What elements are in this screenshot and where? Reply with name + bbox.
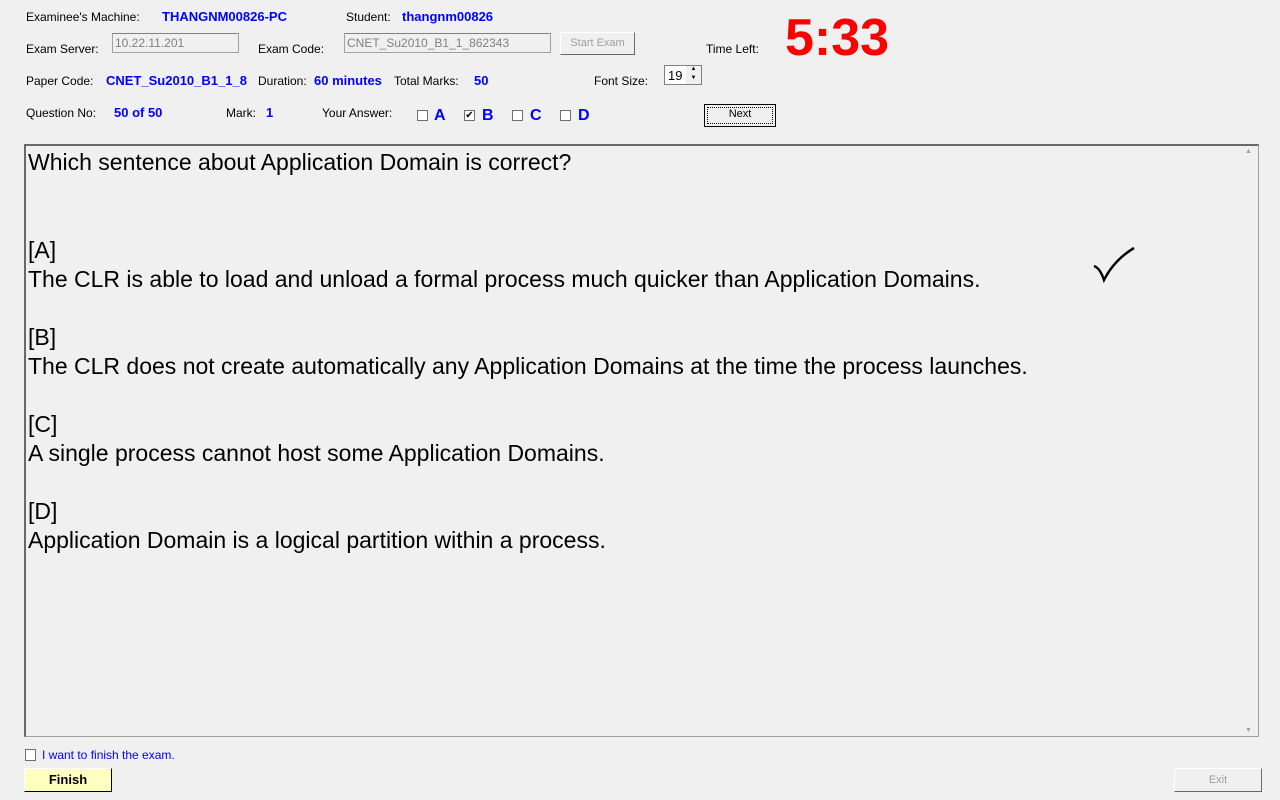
paper-code-value: CNET_Su2010_B1_1_8 [106,73,247,88]
timer: 5:33 [785,9,890,67]
checkmark-icon [1093,246,1135,284]
finish-button[interactable]: Finish [24,768,112,792]
question-panel: Which sentence about Application Domain … [24,144,1259,737]
exam-code-field[interactable]: CNET_Su2010_B1_1_862343 [344,33,551,53]
answer-checkbox-a[interactable] [417,110,428,121]
finish-exam-checkbox[interactable] [25,749,36,761]
answer-d-text: Application Domain is a logical partitio… [28,527,606,553]
answer-label-d: D [578,107,590,124]
question-text: Which sentence about Application Domain … [28,149,572,175]
answer-b-tag: [B] [28,324,57,350]
mark-label: Mark: [226,106,256,120]
scroll-up-icon[interactable]: ▲ [1245,148,1252,155]
font-size-spinner[interactable]: 19 ▲ ▼ [664,65,702,85]
question-no-label: Question No: [26,106,97,120]
exit-button[interactable]: Exit [1174,768,1262,792]
answer-checkbox-d[interactable] [560,110,571,121]
answer-d-tag: [D] [28,498,58,524]
answer-label-b: B [482,107,494,124]
server-label: Exam Server: [26,42,99,56]
exam-code-label: Exam Code: [258,42,325,56]
answer-checkbox-b[interactable]: ✔ [464,110,475,121]
answer-label-c: C [530,107,542,124]
spin-down-icon[interactable]: ▼ [686,75,701,84]
answer-a-text: The CLR is able to load and unload a for… [28,266,981,292]
your-answer-label: Your Answer: [322,106,393,120]
answer-a-tag: [A] [28,237,57,263]
scroll-down-icon[interactable]: ▼ [1245,727,1252,734]
student-label: Student: [346,10,391,24]
duration-label: Duration: [258,74,307,88]
paper-code-label: Paper Code: [26,74,94,88]
vertical-scrollbar[interactable]: ▲ ▼ [1241,146,1258,736]
total-marks-label: Total Marks: [394,74,459,88]
question-no-value: 50 of 50 [114,105,163,120]
next-button[interactable]: Next [704,104,776,127]
answer-label-a: A [434,107,446,124]
total-marks-value: 50 [474,73,489,88]
font-size-label: Font Size: [594,74,649,88]
answer-checkbox-c[interactable] [512,110,523,121]
machine-value: THANGNM00826-PC [162,9,287,24]
answer-c-tag: [C] [28,411,58,437]
mark-value: 1 [266,105,274,120]
duration-value: 60 minutes [314,73,382,88]
finish-exam-label[interactable]: I want to finish the exam. [42,748,175,762]
student-value: thangnm00826 [402,9,494,24]
answer-b-text: The CLR does not create automatically an… [28,353,1028,379]
time-left-label: Time Left: [706,42,759,56]
machine-label: Examinee's Machine: [26,10,140,24]
answer-c-text: A single process cannot host some Applic… [28,440,605,466]
start-exam-button[interactable]: Start Exam [560,32,635,55]
server-field[interactable]: 10.22.11.201 [112,33,239,53]
font-size-value: 19 [668,68,683,83]
